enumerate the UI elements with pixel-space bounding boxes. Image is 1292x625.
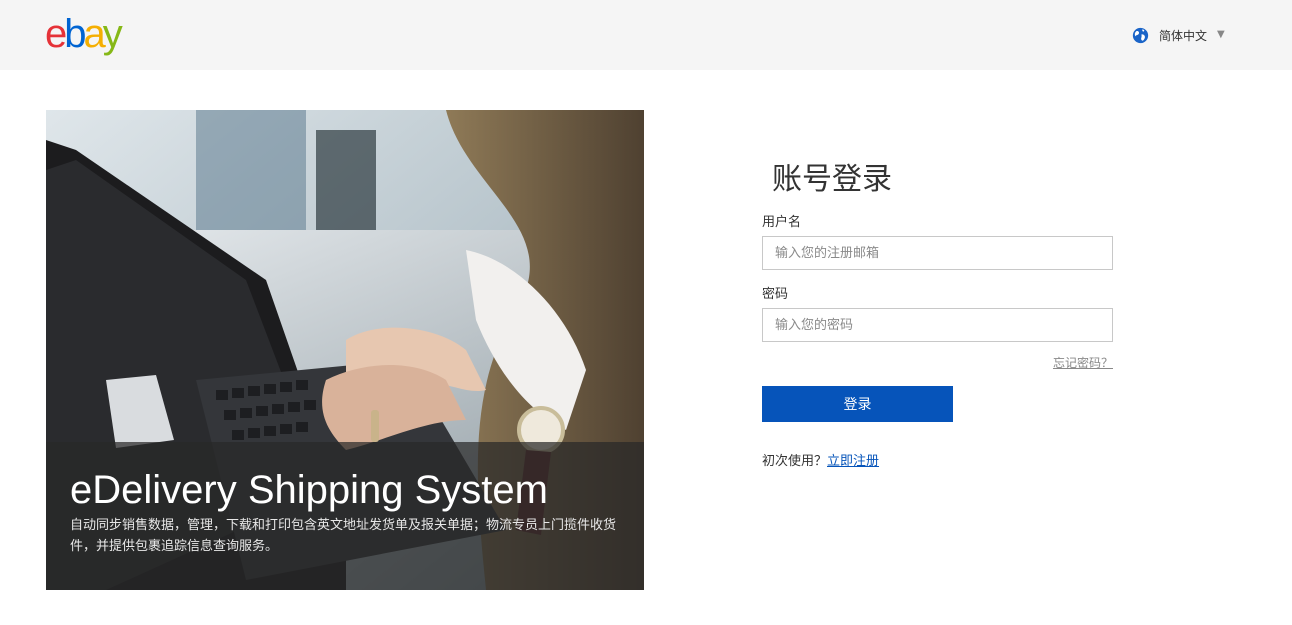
- forgot-password-link[interactable]: 忘记密码？: [1053, 354, 1113, 371]
- signup-link[interactable]: 立即注册: [827, 454, 879, 469]
- language-label: 简体中文: [1159, 28, 1208, 43]
- globe-icon: [1132, 27, 1149, 43]
- logo-letter-a: a: [83, 12, 106, 56]
- login-title: 账号登录: [772, 162, 892, 197]
- caret-down-icon: ▼: [1217, 29, 1225, 40]
- username-input[interactable]: [762, 236, 1113, 270]
- language-selector[interactable]: 简体中文 ▼: [1132, 26, 1225, 44]
- ebay-logo[interactable]: ebay: [45, 12, 123, 56]
- login-button[interactable]: 登录: [762, 386, 953, 422]
- password-input[interactable]: [762, 308, 1113, 342]
- hero-description: 自动同步销售数据，管理，下载和打印包含英文地址发货单及报关单据；物流专员上门揽件…: [70, 518, 617, 554]
- top-bar: ebay 简体中文 ▼: [0, 0, 1292, 70]
- hero-banner: eDelivery Shipping System 自动同步销售数据，管理，下载…: [46, 110, 644, 590]
- logo-letter-y: y: [102, 12, 123, 56]
- password-label: 密码: [762, 287, 789, 302]
- logo-letter-b: b: [64, 12, 86, 56]
- signup-prompt: 初次使用？: [762, 454, 828, 469]
- signup-row: 初次使用？立即注册: [762, 450, 879, 469]
- hero-title: eDelivery Shipping System: [70, 468, 548, 512]
- logo-letter-e: e: [45, 12, 67, 56]
- username-label: 用户名: [762, 215, 802, 230]
